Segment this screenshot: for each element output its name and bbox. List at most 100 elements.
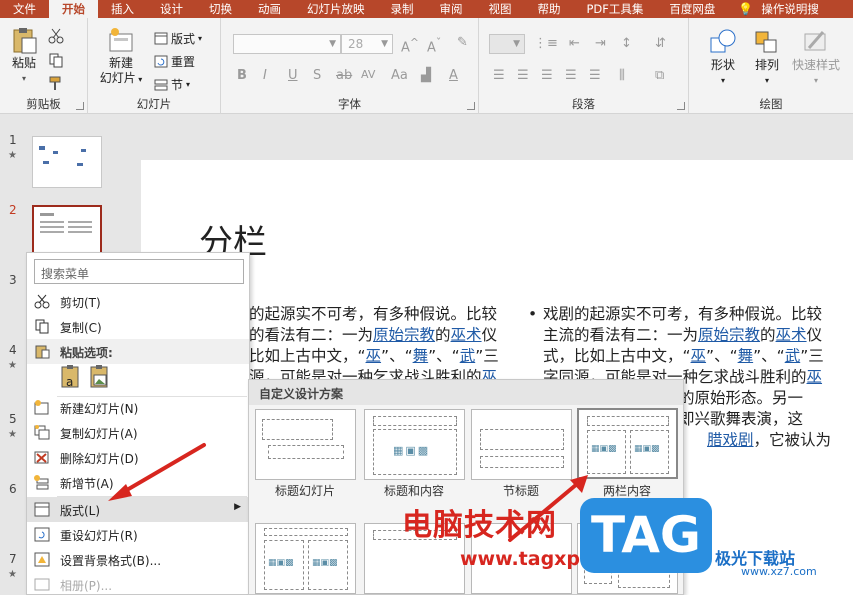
numbering-icon[interactable]: ⋮≡ xyxy=(534,36,558,51)
link-text[interactable]: 舞 xyxy=(738,347,754,365)
font-name-combo[interactable]: ▼ xyxy=(233,34,341,54)
shapes-label: 形状 xyxy=(710,58,735,72)
new-slide-icon xyxy=(109,28,133,52)
paste-option-picture-icon[interactable] xyxy=(89,365,111,394)
justify-icon[interactable]: ☰ xyxy=(565,68,577,83)
change-case-button[interactable]: Aa xyxy=(391,68,408,83)
slide-thumbnail-1[interactable] xyxy=(32,136,102,188)
reset-label: 重置 xyxy=(171,55,196,69)
menu-item-photo-album[interactable]: 相册(P)... xyxy=(27,572,249,595)
layout-title-slide[interactable] xyxy=(255,409,356,480)
section-button[interactable]: 节 ▾ xyxy=(154,76,190,93)
menu-item-format-background[interactable]: 设置背景格式(B)... xyxy=(27,547,249,572)
link-text[interactable]: 武 xyxy=(785,347,801,365)
tab-file[interactable]: 文件 xyxy=(0,0,49,18)
layout-two-content[interactable]: ▦▣▩ ▦▣▩ xyxy=(577,408,678,479)
text-line: 的看法有二：一为原始宗教的巫术仪 xyxy=(249,325,505,346)
link-text[interactable]: 巫 xyxy=(807,368,823,386)
tell-me-search[interactable]: 操作说明搜 xyxy=(757,0,832,18)
menu-item-layout[interactable]: 版式(L) ▶ xyxy=(27,497,249,522)
slide-thumbnail-2[interactable] xyxy=(32,205,102,257)
font-color-button[interactable]: A xyxy=(449,68,458,83)
reset-icon xyxy=(154,55,168,68)
menu-item-reset-slide[interactable]: 重设幻灯片(R) xyxy=(27,522,249,547)
link-text[interactable]: 巫 xyxy=(691,347,707,365)
tab-pdf-tools[interactable]: PDF工具集 xyxy=(574,0,657,18)
clear-format-icon[interactable]: ✎ xyxy=(457,35,468,50)
tab-help[interactable]: 帮助 xyxy=(525,0,574,18)
lightbulb-icon[interactable]: 💡 xyxy=(728,0,757,18)
align-left-icon[interactable]: ☰ xyxy=(493,68,505,83)
section-label: 节 xyxy=(171,78,184,92)
paste-button[interactable]: 粘贴 ▾ xyxy=(6,26,42,86)
tab-home[interactable]: 开始 xyxy=(49,0,98,18)
tab-view[interactable]: 视图 xyxy=(476,0,525,18)
tab-insert[interactable]: 插入 xyxy=(98,0,147,18)
highlight-icon[interactable]: ▟ xyxy=(421,68,431,83)
tab-animations[interactable]: 动画 xyxy=(245,0,294,18)
photo-album-icon xyxy=(34,578,50,591)
text-direction-icon[interactable]: ⇵ xyxy=(655,36,666,51)
reset-button[interactable]: 重置 xyxy=(154,53,195,70)
char-spacing-button[interactable]: AV xyxy=(361,68,375,81)
tab-slideshow[interactable]: 幻灯片放映 xyxy=(294,0,378,18)
format-painter-icon[interactable] xyxy=(48,75,64,91)
columns-icon[interactable]: ⫼ xyxy=(619,68,625,83)
tab-design[interactable]: 设计 xyxy=(147,0,196,18)
menu-item-duplicate-slide[interactable]: 复制幻灯片(A) xyxy=(27,420,249,445)
link-text[interactable]: 巫术 xyxy=(451,326,482,344)
arrange-button[interactable]: 排列 ▾ xyxy=(749,28,785,88)
text-run: 主流的看法有二：一为 xyxy=(543,326,699,344)
left-column-text[interactable]: 的起源实不可考，有多种假说。比较 的看法有二：一为原始宗教的巫术仪 比如上古中文… xyxy=(249,304,505,388)
increase-indent-icon[interactable]: ⇥ xyxy=(595,36,606,51)
menu-item-new-slide[interactable]: 新建幻灯片(N) xyxy=(27,395,249,420)
link-text[interactable]: 舞 xyxy=(413,347,429,365)
quick-styles-button[interactable]: 快速样式 ▾ xyxy=(789,28,843,88)
menu-item-new-section[interactable]: 新增节(A) xyxy=(27,470,249,495)
tab-baidu-netdisk[interactable]: 百度网盘 xyxy=(656,0,728,18)
link-text[interactable]: 原始宗教 xyxy=(698,326,760,344)
new-slide-button[interactable]: 新建 幻灯片 ▾ xyxy=(96,26,146,87)
italic-button[interactable]: I xyxy=(263,68,267,83)
layout-section-header[interactable] xyxy=(471,409,572,480)
cut-icon[interactable] xyxy=(48,28,64,44)
layout-title-and-content[interactable]: ▦▣▩ xyxy=(364,409,465,480)
link-text[interactable]: 武 xyxy=(460,347,476,365)
decrease-font-icon[interactable]: Aˇ xyxy=(427,36,441,55)
layout-button[interactable]: 版式 ▾ xyxy=(154,30,202,47)
link-text[interactable]: 巫术 xyxy=(776,326,807,344)
tab-record[interactable]: 录制 xyxy=(378,0,427,18)
underline-button[interactable]: U xyxy=(288,68,298,83)
slide-number-6: 6 xyxy=(9,482,17,496)
strikethrough-button[interactable]: ab xyxy=(336,68,352,83)
bullets-combo[interactable]: ▼ xyxy=(489,34,525,54)
slide-transition-star-icon: ★ xyxy=(8,429,17,440)
tab-transitions[interactable]: 切换 xyxy=(196,0,245,18)
paste-icon xyxy=(13,28,37,54)
clipboard-launcher-icon[interactable] xyxy=(76,102,84,110)
align-center-icon[interactable]: ☰ xyxy=(517,68,529,83)
paragraph-launcher-icon[interactable] xyxy=(677,102,685,110)
tab-review[interactable]: 审阅 xyxy=(427,0,476,18)
link-text[interactable]: 腊戏剧 xyxy=(707,431,754,449)
layout-comparison[interactable]: ▦▣▩ ▦▣▩ xyxy=(255,523,356,594)
distributed-icon[interactable]: ☰ xyxy=(589,68,601,83)
menu-item-cut[interactable]: 剪切(T) xyxy=(27,289,249,314)
text-shadow-button[interactable]: S xyxy=(313,68,321,83)
line-spacing-icon[interactable]: ↕ xyxy=(621,36,632,51)
copy-icon[interactable] xyxy=(48,52,64,68)
link-text[interactable]: 巫 xyxy=(366,347,382,365)
smartart-icon[interactable]: ⧉ xyxy=(655,68,664,83)
font-launcher-icon[interactable] xyxy=(467,102,475,110)
link-text[interactable]: 原始宗教 xyxy=(373,326,435,344)
increase-font-icon[interactable]: A^ xyxy=(401,36,419,55)
decrease-indent-icon[interactable]: ⇤ xyxy=(569,36,580,51)
menu-item-delete-slide[interactable]: 删除幻灯片(D) xyxy=(27,445,249,470)
align-right-icon[interactable]: ☰ xyxy=(541,68,553,83)
bold-button[interactable]: B xyxy=(237,68,247,83)
menu-item-copy[interactable]: 复制(C) xyxy=(27,314,249,339)
menu-search-input[interactable]: 搜索菜单 xyxy=(34,259,244,284)
paste-option-use-theme-icon[interactable]: a xyxy=(60,365,82,394)
font-size-combo[interactable]: 28 ▼ xyxy=(341,34,393,54)
shapes-button[interactable]: 形状 ▾ xyxy=(703,28,743,88)
